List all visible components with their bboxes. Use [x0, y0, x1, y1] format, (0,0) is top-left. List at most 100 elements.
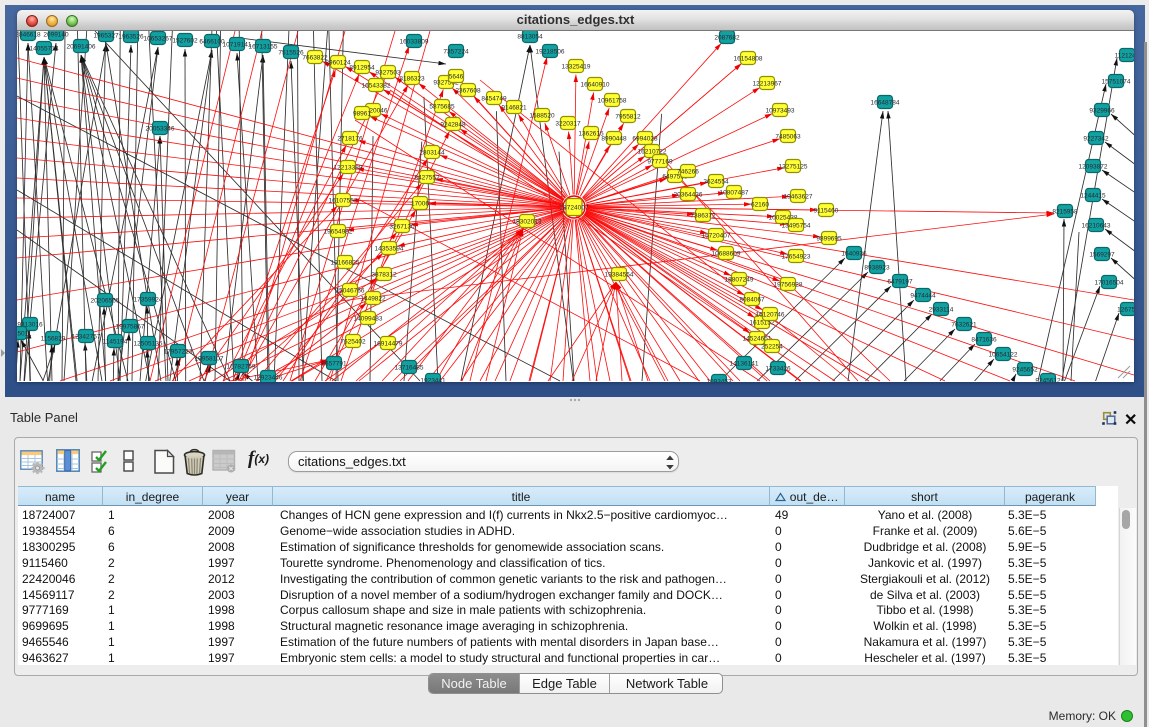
svg-text:98961: 98961 — [353, 110, 371, 117]
svg-text:17359924: 17359924 — [134, 296, 163, 303]
svg-text:12213967: 12213967 — [753, 80, 782, 87]
svg-text:1362615: 1362615 — [578, 130, 604, 137]
svg-text:1963526: 1963526 — [118, 33, 144, 40]
svg-text:1588520: 1588520 — [529, 112, 555, 119]
svg-text:1244415: 1244415 — [1080, 192, 1106, 199]
svg-text:1569297: 1569297 — [1089, 251, 1115, 258]
svg-text:746266: 746266 — [677, 168, 699, 175]
svg-text:126753: 126753 — [1117, 306, 1134, 313]
svg-text:5646: 5646 — [449, 73, 464, 80]
svg-text:16782759: 16782759 — [227, 363, 256, 370]
svg-text:10653267: 10653267 — [144, 35, 173, 42]
svg-text:9245652: 9245652 — [1012, 366, 1038, 373]
svg-text:16033809: 16033809 — [400, 38, 429, 45]
svg-text:8912954: 8912954 — [349, 64, 375, 71]
svg-text:1145194: 1145194 — [103, 338, 128, 345]
svg-text:2099140: 2099140 — [43, 31, 69, 38]
svg-text:1640936: 1640936 — [841, 250, 867, 257]
svg-text:19166825: 19166825 — [331, 259, 360, 266]
svg-text:12923446: 12923446 — [254, 374, 283, 381]
svg-text:10973493: 10973493 — [766, 107, 795, 114]
svg-text:6994028: 6994028 — [632, 135, 658, 142]
svg-text:10654122: 10654122 — [989, 351, 1018, 358]
svg-text:13275125: 13275125 — [779, 163, 808, 170]
svg-text:1923441: 1923441 — [420, 377, 446, 382]
svg-text:9227342: 9227342 — [1083, 135, 1109, 142]
svg-text:17016504: 17016504 — [1095, 279, 1124, 286]
svg-text:18302013: 18302013 — [513, 218, 542, 225]
svg-text:62160: 62160 — [751, 201, 769, 208]
svg-text:8215958: 8215958 — [1052, 208, 1078, 215]
svg-text:14136141: 14136141 — [730, 360, 759, 367]
svg-text:2367608: 2367608 — [455, 87, 481, 94]
svg-text:16914479: 16914479 — [374, 340, 403, 347]
svg-text:16210643: 16210643 — [1082, 222, 1111, 229]
svg-text:2846618: 2846618 — [17, 31, 41, 38]
svg-text:8427552: 8427552 — [414, 174, 440, 181]
svg-text:16713155: 16713155 — [249, 43, 278, 50]
svg-text:10807487: 10807487 — [720, 189, 749, 196]
svg-text:9474444: 9474444 — [910, 292, 936, 299]
svg-text:16120746: 16120746 — [756, 311, 785, 318]
svg-text:12505135: 12505135 — [134, 340, 163, 347]
svg-text:18724007: 18724007 — [560, 204, 589, 211]
svg-text:8960124: 8960124 — [325, 59, 351, 66]
svg-text:9245612: 9245612 — [1035, 377, 1061, 382]
svg-text:9115460: 9115460 — [814, 207, 839, 214]
svg-text:1156829: 1156829 — [41, 335, 66, 342]
svg-text:6479197: 6479197 — [887, 278, 913, 285]
svg-text:1449822: 1449822 — [360, 295, 386, 302]
svg-text:17654923: 17654923 — [782, 253, 811, 260]
svg-text:10719141: 10719141 — [223, 41, 252, 48]
svg-text:8186323: 8186323 — [399, 75, 425, 82]
svg-text:7955812: 7955812 — [615, 113, 641, 120]
svg-text:2803144: 2803144 — [419, 149, 445, 156]
svg-text:15046766: 15046766 — [336, 287, 365, 294]
svg-text:1733426: 1733426 — [765, 365, 791, 372]
svg-text:16648784: 16648784 — [871, 99, 900, 106]
svg-text:19975867: 19975867 — [116, 323, 145, 330]
svg-text:252254: 252254 — [761, 343, 783, 350]
svg-text:9329966: 9329966 — [1089, 107, 1115, 114]
svg-text:7357224: 7357224 — [443, 48, 469, 55]
svg-text:3220317: 3220317 — [555, 120, 581, 127]
svg-text:17006: 17006 — [411, 200, 429, 207]
svg-text:8084067: 8084067 — [739, 296, 765, 303]
svg-text:10688609: 10688609 — [712, 250, 741, 257]
svg-text:9146821: 9146821 — [501, 104, 527, 111]
svg-text:1121247: 1121247 — [1115, 52, 1134, 59]
svg-text:13716485: 13716485 — [395, 364, 424, 371]
svg-text:16154808: 16154808 — [734, 55, 763, 62]
svg-text:14099483: 14099483 — [354, 315, 383, 322]
svg-text:13495754: 13495754 — [782, 222, 811, 229]
svg-text:9327503: 9327503 — [375, 69, 401, 76]
svg-text:7515526: 7515526 — [278, 49, 304, 56]
svg-text:16543382: 16543382 — [362, 82, 391, 89]
svg-text:7625402: 7625402 — [340, 338, 366, 345]
svg-text:12213389: 12213389 — [334, 164, 363, 171]
svg-text:7632621: 7632621 — [951, 321, 977, 328]
svg-text:2933114: 2933114 — [929, 306, 954, 313]
svg-text:9777169: 9777169 — [647, 158, 673, 165]
svg-text:19958107: 19958107 — [195, 355, 224, 362]
svg-text:3878312: 3878312 — [371, 271, 397, 278]
svg-text:7485063: 7485063 — [775, 133, 801, 140]
svg-text:9899695: 9899695 — [816, 235, 842, 242]
svg-text:10961758: 10961758 — [598, 97, 627, 104]
svg-text:18807249: 18807249 — [725, 276, 754, 283]
svg-text:19384554: 19384554 — [605, 271, 634, 278]
svg-text:5875685: 5875685 — [429, 103, 455, 110]
svg-text:8813054: 8813054 — [517, 33, 543, 40]
svg-text:1527602: 1527602 — [172, 37, 198, 44]
svg-text:20206565: 20206565 — [91, 297, 120, 304]
svg-text:8990448: 8990448 — [601, 135, 627, 142]
svg-text:1965327: 1965327 — [93, 32, 119, 39]
svg-text:15751074: 15751074 — [1102, 78, 1131, 85]
svg-text:3624554: 3624554 — [703, 178, 729, 185]
svg-text:19218506: 19218506 — [536, 48, 565, 55]
svg-text:12093872: 12093872 — [1079, 163, 1108, 170]
svg-text:20053346: 20053346 — [146, 125, 175, 132]
svg-text:9657791: 9657791 — [321, 360, 347, 367]
svg-text:8454749: 8454749 — [481, 95, 507, 102]
svg-text:19463627: 19463627 — [784, 193, 813, 200]
